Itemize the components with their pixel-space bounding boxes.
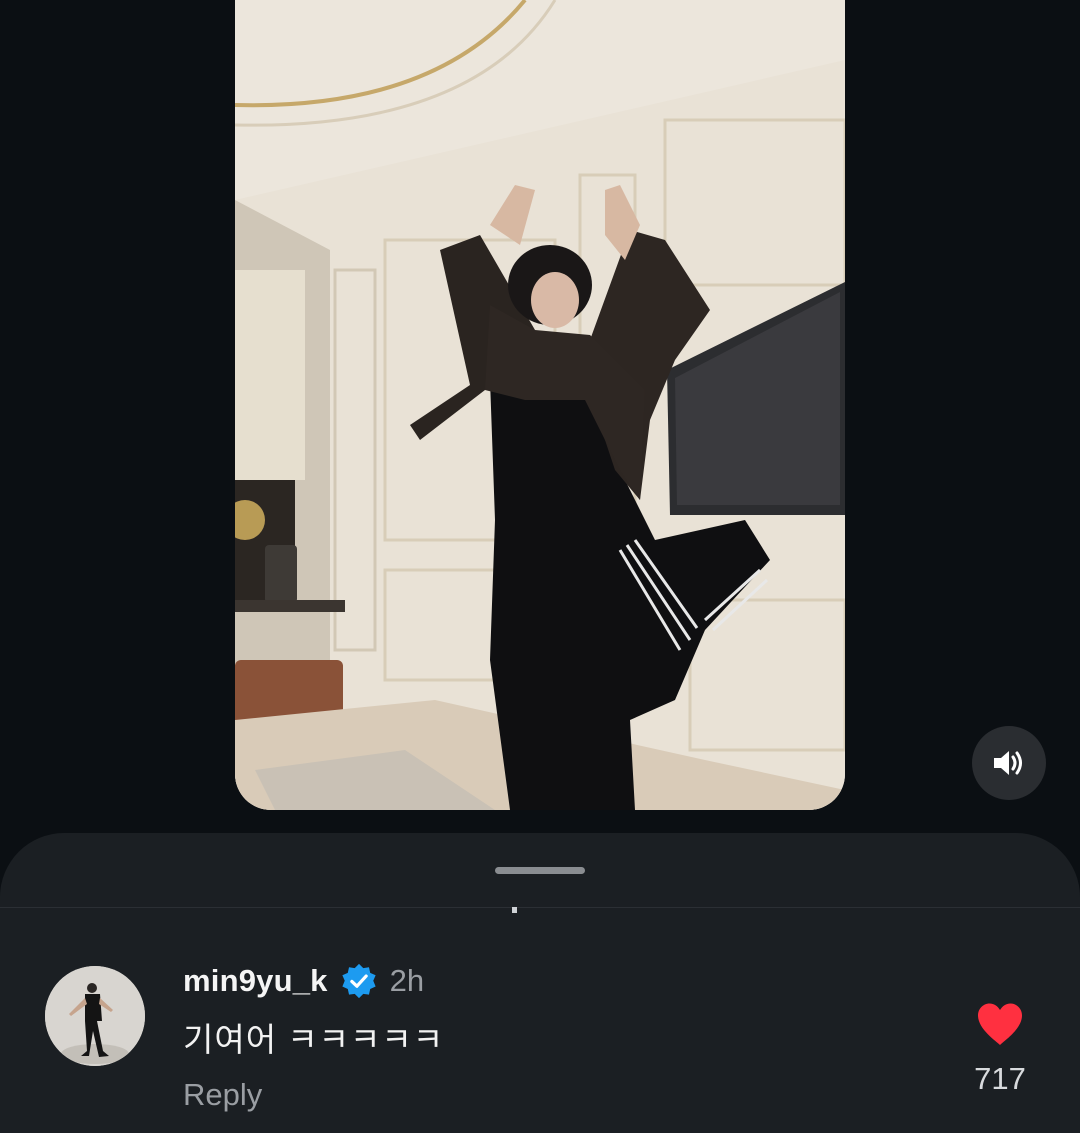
avatar-image [45,966,145,1066]
like-group: 717 [960,1001,1040,1097]
username[interactable]: min9yu_k [183,963,328,999]
volume-button[interactable] [972,726,1046,800]
video-player[interactable] [235,0,845,810]
verified-badge-icon [342,963,376,999]
speaker-volume-icon [994,751,1022,775]
avatar[interactable] [45,966,145,1066]
sheet-divider [0,907,1080,908]
comment-text: 기여어 ㅋㅋㅋㅋㅋ [183,1021,445,1058]
comment-header: min9yu_k 2h [183,961,424,1001]
heart-icon[interactable] [975,1001,1025,1047]
drag-handle[interactable] [495,867,585,874]
reply-button[interactable]: Reply [183,1077,262,1113]
comments-sheet: min9yu_k 2h 기여어 ㅋㅋㅋㅋㅋ Reply 717 [0,833,1080,1133]
divider-marker [512,907,517,913]
video-frame-image [235,0,845,810]
app-screen: min9yu_k 2h 기여어 ㅋㅋㅋㅋㅋ Reply 717 [0,0,1080,1133]
comment-item: min9yu_k 2h 기여어 ㅋㅋㅋㅋㅋ Reply 717 [0,953,1080,1133]
like-count: 717 [974,1061,1026,1096]
comment-timestamp: 2h [389,963,425,998]
